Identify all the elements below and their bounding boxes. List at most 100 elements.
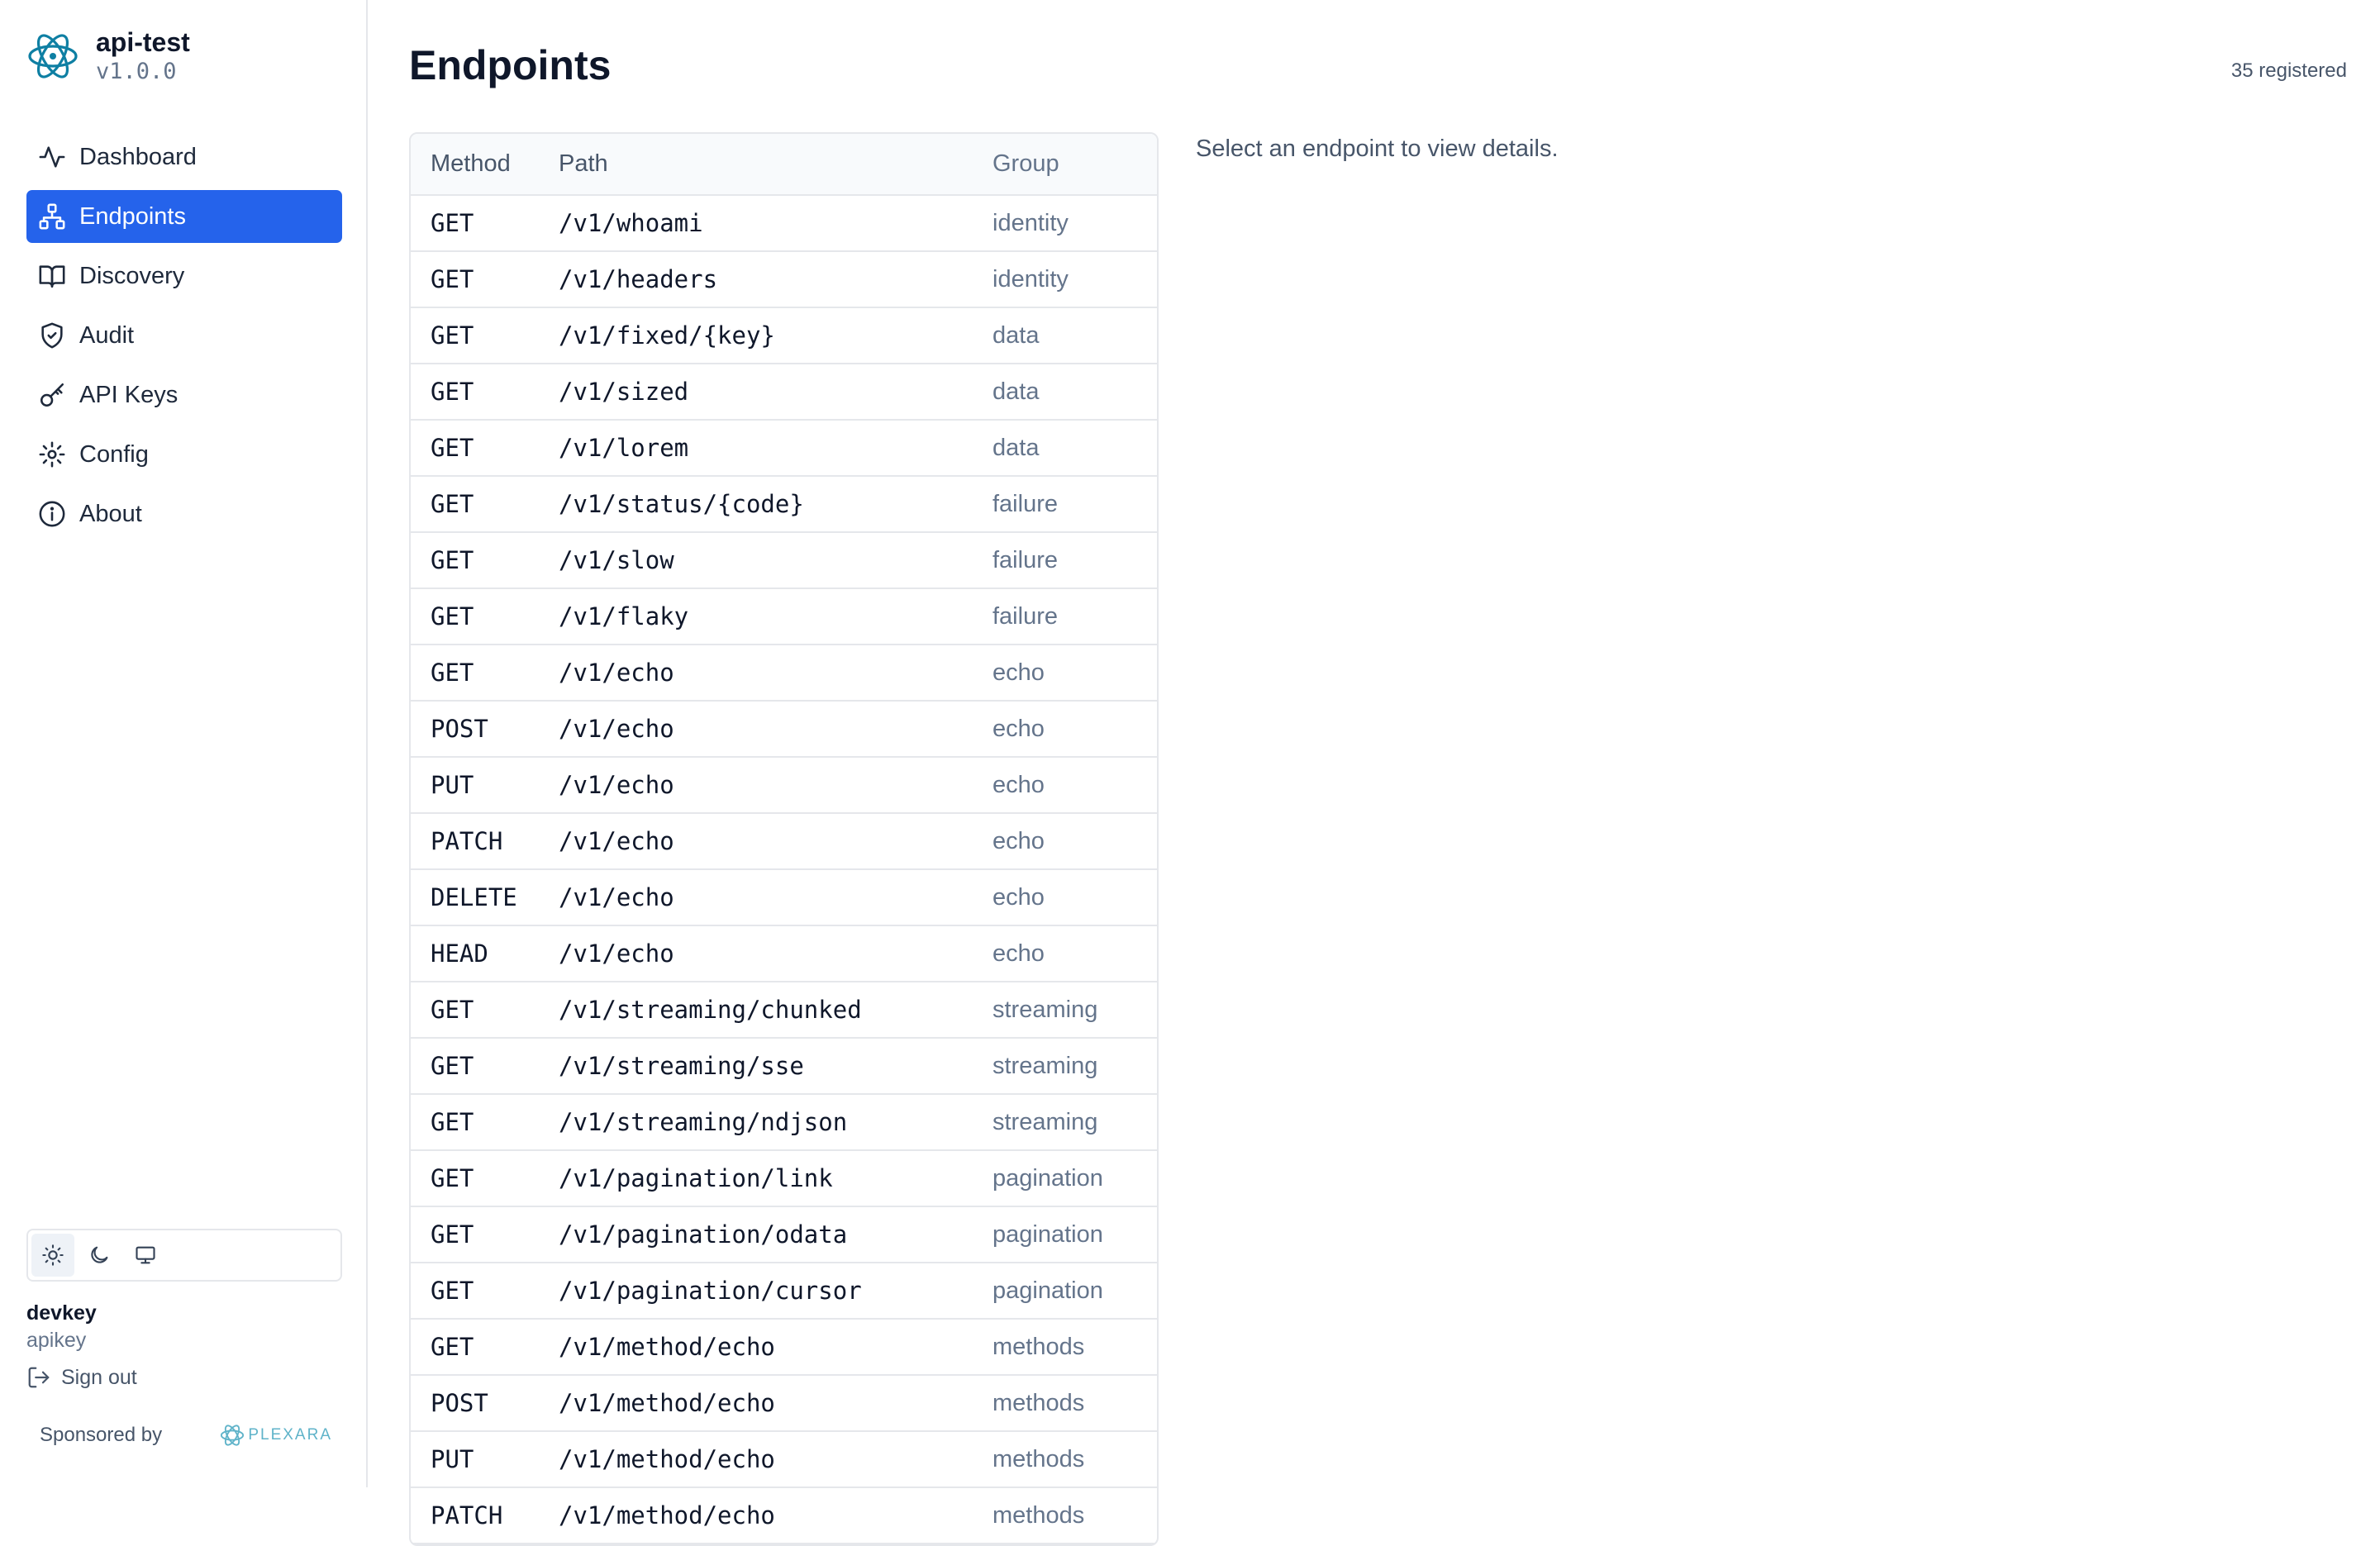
sidebar-item-about[interactable]: About — [26, 488, 342, 540]
brand-logo-icon — [26, 30, 79, 83]
endpoint-group: data — [992, 307, 1157, 364]
endpoint-path: /v1/streaming/chunked — [558, 982, 992, 1039]
table-row[interactable]: GET/v1/method/echo methods — [411, 1319, 1157, 1376]
table-row[interactable]: PATCH/v1/method/echo methods — [411, 1487, 1157, 1544]
endpoint-group: streaming — [992, 982, 1157, 1039]
table-row[interactable]: PATCH/v1/echo echo — [411, 813, 1157, 870]
sign-out-label: Sign out — [61, 1365, 137, 1389]
sidebar-item-label: Dashboard — [79, 143, 197, 170]
table-row[interactable]: DELETE/v1/echo echo — [411, 869, 1157, 926]
table-row[interactable]: GET/v1/pagination/odata pagination — [411, 1206, 1157, 1263]
brand[interactable]: api-test v1.0.0 — [26, 26, 190, 86]
table-row[interactable]: GET/v1/slow failure — [411, 532, 1157, 589]
table-row[interactable]: POST/v1/echo echo — [411, 701, 1157, 758]
sign-out-button[interactable]: Sign out — [26, 1365, 137, 1390]
sidebar-item-config[interactable]: Config — [26, 428, 342, 481]
table-row[interactable]: PUT/v1/method/echo methods — [411, 1431, 1157, 1488]
table-row[interactable]: GET/v1/pagination/cursor pagination — [411, 1263, 1157, 1320]
endpoint-path: /v1/sized — [558, 364, 992, 421]
sidebar-item-endpoints[interactable]: Endpoints — [26, 190, 342, 243]
table-row[interactable]: GET/v1/status/{code} failure — [411, 476, 1157, 533]
table-row[interactable]: GET/v1/flaky failure — [411, 588, 1157, 645]
endpoint-method: POST — [411, 701, 558, 758]
endpoint-group: echo — [992, 701, 1157, 758]
column-header-method[interactable]: Method — [411, 134, 558, 196]
endpoint-method: GET — [411, 1094, 558, 1151]
table-row[interactable]: GET/v1/streaming/ndjson streaming — [411, 1094, 1157, 1151]
endpoint-path: /v1/method/echo — [558, 1431, 992, 1488]
endpoint-path: /v1/echo — [558, 645, 992, 702]
endpoint-path: /v1/status/{code} — [558, 476, 992, 533]
table-row[interactable]: GET/v1/pagination/link pagination — [411, 1150, 1157, 1207]
column-header-path[interactable]: Path — [558, 134, 992, 196]
sign-out-icon — [28, 1367, 50, 1388]
endpoint-method: GET — [411, 307, 558, 364]
sponsor-link[interactable]: PLEXARA — [220, 1423, 332, 1448]
page-title: Endpoints — [409, 42, 612, 88]
sidebar-item-label: Audit — [79, 321, 135, 349]
endpoint-method: GET — [411, 1263, 558, 1320]
theme-dark-button[interactable] — [78, 1234, 121, 1277]
user-name: devkey — [26, 1301, 97, 1325]
endpoint-method: GET — [411, 1319, 558, 1376]
sidebar-item-label: Config — [79, 440, 149, 468]
endpoint-path: /v1/streaming/ndjson — [558, 1094, 992, 1151]
table-row[interactable]: GET/v1/headers identity — [411, 251, 1157, 308]
table-body: GET/v1/whoami identity GET/v1/headers ident… — [411, 195, 1157, 1544]
endpoint-method: PATCH — [411, 813, 558, 870]
table-row[interactable]: PUT/v1/echo echo — [411, 757, 1157, 814]
table-row[interactable]: GET/v1/echo echo — [411, 645, 1157, 702]
table-row[interactable]: GET/v1/lorem data — [411, 420, 1157, 477]
endpoint-method: DELETE — [411, 869, 558, 926]
table-row[interactable]: GET/v1/streaming/sse streaming — [411, 1038, 1157, 1095]
sidebar-item-audit[interactable]: Audit — [26, 309, 342, 362]
gear-icon — [38, 440, 66, 469]
monitor-icon — [136, 1246, 155, 1264]
detail-placeholder: Select an endpoint to view details. — [1196, 136, 1559, 162]
endpoint-path: /v1/method/echo — [558, 1319, 992, 1376]
sidebar-item-api-keys[interactable]: API Keys — [26, 369, 342, 421]
sponsor-name: PLEXARA — [248, 1426, 332, 1444]
endpoint-group: data — [992, 420, 1157, 477]
sun-icon — [42, 1244, 64, 1266]
table-row[interactable]: HEAD/v1/echo echo — [411, 925, 1157, 982]
user-info: devkey apikey — [26, 1299, 97, 1353]
user-auth-type: apikey — [26, 1329, 87, 1352]
sidebar-item-label: Endpoints — [79, 202, 186, 230]
endpoint-group: pagination — [992, 1206, 1157, 1263]
endpoint-path: /v1/streaming/sse — [558, 1038, 992, 1095]
moon-icon — [91, 1246, 108, 1263]
table-row[interactable]: GET/v1/sized data — [411, 364, 1157, 421]
theme-system-button[interactable] — [124, 1234, 167, 1277]
table-row[interactable]: GET/v1/fixed/{key} data — [411, 307, 1157, 364]
sidebar-item-dashboard[interactable]: Dashboard — [26, 131, 342, 183]
endpoint-group: methods — [992, 1319, 1157, 1376]
table-row[interactable]: GET/v1/streaming/chunked streaming — [411, 982, 1157, 1039]
endpoint-group: methods — [992, 1375, 1157, 1432]
endpoint-path: /v1/echo — [558, 925, 992, 982]
table-row[interactable]: GET/v1/whoami identity — [411, 195, 1157, 252]
table-row[interactable]: POST/v1/method/echo methods — [411, 1375, 1157, 1432]
table-header-row: Method Path Group — [411, 134, 1157, 196]
key-icon — [38, 381, 66, 409]
theme-light-button[interactable] — [31, 1234, 74, 1277]
endpoint-group: failure — [992, 588, 1157, 645]
sidebar: api-test v1.0.0 Dashboard Endpoints Disc… — [0, 0, 368, 1487]
endpoint-method: GET — [411, 1038, 558, 1095]
book-icon — [38, 262, 66, 290]
endpoint-group: echo — [992, 813, 1157, 870]
endpoint-method: GET — [411, 588, 558, 645]
endpoint-path: /v1/echo — [558, 757, 992, 814]
endpoint-method: PUT — [411, 757, 558, 814]
endpoint-method: PATCH — [411, 1487, 558, 1544]
endpoint-method: PUT — [411, 1431, 558, 1488]
endpoint-group: methods — [992, 1487, 1157, 1544]
sponsor-footer: Sponsored by PLEXARA — [40, 1423, 332, 1448]
endpoint-path: /v1/headers — [558, 251, 992, 308]
column-header-group[interactable]: Group — [992, 134, 1157, 196]
endpoint-group: pagination — [992, 1263, 1157, 1320]
info-icon — [38, 500, 66, 528]
sidebar-item-discovery[interactable]: Discovery — [26, 250, 342, 302]
theme-switcher — [26, 1229, 342, 1282]
sponsor-label: Sponsored by — [40, 1424, 163, 1446]
